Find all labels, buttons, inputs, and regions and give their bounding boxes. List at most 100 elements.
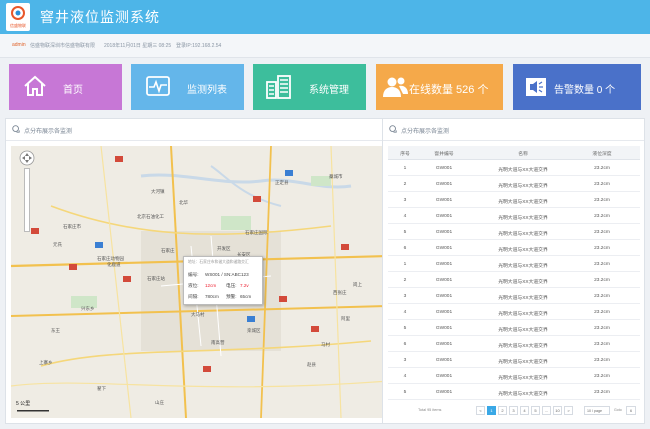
zoom-slider[interactable] [24,168,30,232]
page-size-select[interactable]: 10 / page [584,406,610,415]
page-button[interactable]: 10 [553,406,562,415]
table-cell: 光明大道与XX大道交界 [498,392,548,397]
map-label: 马村 [321,342,330,347]
table-cell: 23.2cm [594,390,610,395]
tile-home[interactable]: 首页 [9,64,122,110]
info-bar: admin 信盛物联深圳市信盛物联有限 2018年11月01日 星期三 08:2… [0,34,650,58]
table-cell: 光明大道与XX大道交界 [498,344,548,349]
table-row[interactable]: 5 GW001 光明大道与XX大道交界 23.2cm [388,224,640,240]
table-row[interactable]: 4 GW001 光明大道与XX大道交界 23.2cm [388,208,640,224]
logo-text: 信盛物联 [10,22,26,28]
table-row[interactable]: 3 GW001 光明大道与XX大道交界 23.2cm [388,352,640,368]
column-header: 序号 [400,152,410,157]
table-cell: 23.2cm [594,342,610,347]
table-cell: 5 [403,326,407,331]
tile-alarm-count[interactable]: 告警数量 0 个 [513,64,641,110]
table-cell: 23.2cm [594,182,610,187]
map-label: 石家庄国际 [245,230,268,235]
tile-monitor-list[interactable]: 监测列表 [131,64,244,110]
popup-interval-value: 780cm [205,294,219,299]
table-cell: GW001 [435,342,453,347]
table-cell: 光明大道与XX大道交界 [498,168,548,173]
pagination-total: Total 95 items [418,408,442,412]
pagination: Total 95 items <1 2 3 4 5... 10 > 10 / page Go… [388,404,640,418]
popup-device-value: WS001 / SN:ABC123 [205,272,249,277]
table-cell: GW001 [435,262,453,267]
table-cell: 23.2cm [594,278,610,283]
table-cell: 23.2cm [594,374,610,379]
table-cell: 4 [403,310,407,315]
map-scale: 5 公里 [16,401,31,407]
map-label: 栾城区 [247,328,261,333]
tile-system-manage[interactable]: 系统管理 [253,64,366,110]
tile-online-count-label: 在线数量 526 个 [409,84,489,96]
table-row[interactable]: 1 GW001 光明大道与XX大道交界 23.2cm [388,256,640,272]
datetime-text: 2018年11月01日 星期三 08:25 [104,43,172,49]
table-header: 序号 窨井编号 名称 液位深度 [388,146,640,160]
map-label: 北华 [179,200,188,205]
page-button[interactable]: 1 [487,406,496,415]
goto-input[interactable]: 6 [626,406,636,415]
page-button[interactable]: > [564,406,573,415]
user-name[interactable]: admin [12,42,26,48]
table-cell: 23.2cm [594,214,610,219]
table-cell: GW001 [435,326,453,331]
table-cell: 3 [403,198,407,203]
tile-monitor-list-label: 监测列表 [187,85,227,96]
table-row[interactable]: 2 GW001 光明大道与XX大道交界 23.2cm [388,272,640,288]
tile-online-count[interactable]: 在线数量 526 个 [376,64,503,110]
page-button[interactable]: ... [542,406,551,415]
page-button[interactable]: 3 [509,406,518,415]
map-label: 石家庄动物园 [97,256,124,261]
goto-label: Goto [614,408,622,412]
column-header: 窨井编号 [434,152,454,157]
table-row[interactable]: 4 GW001 光明大道与XX大道交界 23.2cm [388,368,640,384]
page-button[interactable]: 5 [531,406,540,415]
map-label: 岗上 [353,282,362,287]
users-icon [383,77,408,97]
table-cell: 23.2cm [594,358,610,363]
table-cell: 光明大道与XX大道交界 [498,376,548,381]
table-row[interactable]: 5 GW001 光明大道与XX大道交界 23.2cm [388,320,640,336]
table-row[interactable]: 3 GW001 光明大道与XX大道交界 23.2cm [388,192,640,208]
map-label: 东王 [51,328,60,333]
table-row[interactable]: 1 GW001 光明大道与XX大道交界 23.2cm [388,160,640,176]
pan-control-icon[interactable] [19,150,35,166]
map-label: 南高营 [211,340,225,345]
table-cell: GW001 [435,198,453,203]
device-popup[interactable]: 地址：石家庄市和谐大道和谐路交汇 编号: WS001 / SN:ABC123 液… [183,256,263,305]
table-cell: 1 [403,166,407,171]
map-label: 化鹿道 [107,262,121,267]
popup-voltage-value: 7.2v [240,283,249,288]
map-label: 元氏 [53,242,62,247]
chat-icon [12,125,20,133]
table-row[interactable]: 4 GW001 光明大道与XX大道交界 23.2cm [388,304,640,320]
page-button[interactable]: < [476,406,485,415]
table-cell: 23.2cm [594,166,610,171]
map-label: 石家庄站 [147,276,165,281]
column-header: 名称 [518,152,528,157]
table-row[interactable]: 6 GW001 光明大道与XX大道交界 23.2cm [388,336,640,352]
tile-home-label: 首页 [63,85,83,96]
table-cell: 23.2cm [594,246,610,251]
table-row[interactable]: 2 GW001 光明大道与XX大道交界 23.2cm [388,176,640,192]
map-panel-header: 点分布展示各监测 [6,119,390,141]
table-cell: 23.2cm [594,310,610,315]
map-label: 石家庄 [161,248,175,253]
table-cell: 光明大道与XX大道交界 [498,264,548,269]
login-ip-text: 登录IP:192.168.2.54 [176,43,222,49]
table-row[interactable]: 6 GW001 光明大道与XX大道交界 23.2cm [388,240,640,256]
table-cell: GW001 [435,278,453,283]
table-row[interactable]: 5 GW001 光明大道与XX大道交界 23.2cm [388,384,640,400]
map-label: 山庄 [155,400,164,405]
map-label: 兴东乡 [81,306,95,311]
map-view[interactable]: 5 公里 北京石油化工 大河镇 石家庄市 北华 正定县 石家庄国际 开发区 石家… [11,146,389,418]
map-label: 藁城市 [329,174,343,179]
table-cell: 光明大道与XX大道交界 [498,184,548,189]
map-panel: 点分布展示各监测 5 公里 北京石油化工 大河镇 石家庄市 北华 正定县 石家庄… [5,118,391,424]
page-button[interactable]: 4 [520,406,529,415]
table-panel-title: 点分布展示各监测 [401,129,450,135]
table-cell: GW001 [435,390,453,395]
table-row[interactable]: 3 GW001 光明大道与XX大道交界 23.2cm [388,288,640,304]
page-button[interactable]: 2 [498,406,507,415]
